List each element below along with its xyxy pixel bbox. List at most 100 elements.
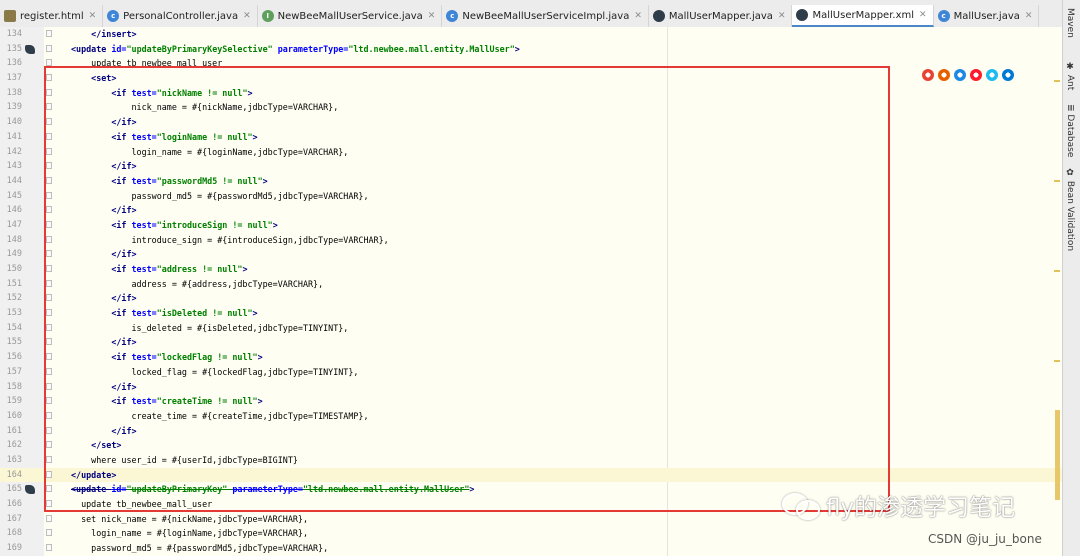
safari-icon[interactable] — [954, 69, 966, 81]
opera-icon[interactable] — [970, 69, 982, 81]
code-line[interactable]: 168 login_name = #{loginName,jdbcType=VA… — [0, 526, 1062, 541]
fold-marker-icon[interactable] — [46, 441, 52, 449]
bean-validation-tool-button[interactable]: ✿ Bean Validation — [1065, 168, 1075, 251]
code-line[interactable]: 146 </if> — [0, 203, 1062, 218]
fold-marker-icon[interactable] — [46, 162, 52, 170]
chrome-icon[interactable] — [922, 69, 934, 81]
editor-tab[interactable]: MallUserMapper.xml ✕ — [792, 5, 934, 27]
code-line[interactable]: 158 </if> — [0, 380, 1062, 395]
code-line[interactable]: 143 </if> — [0, 159, 1062, 174]
fold-marker-icon[interactable] — [46, 279, 52, 287]
fold-marker-icon[interactable] — [46, 309, 52, 317]
code-line[interactable]: 142 login_name = #{loginName,jdbcType=VA… — [0, 145, 1062, 160]
stripe-mark[interactable] — [1054, 80, 1060, 82]
code-line[interactable]: 148 introduce_sign = #{introduceSign,jdb… — [0, 233, 1062, 248]
fold-marker-icon[interactable] — [46, 529, 52, 537]
fold-marker-icon[interactable] — [46, 191, 52, 199]
fold-marker-icon[interactable] — [46, 411, 52, 419]
ant-tool-button[interactable]: ✱ Ant — [1065, 62, 1075, 90]
fold-marker-icon[interactable] — [46, 132, 52, 140]
code-line[interactable]: 147 <if test="introduceSign != null"> — [0, 218, 1062, 233]
editor-tab[interactable]: register.html ✕ — [0, 5, 104, 27]
code-line[interactable]: 138 <if test="nickName != null"> — [0, 86, 1062, 101]
stripe-mark[interactable] — [1054, 360, 1060, 362]
code-line[interactable]: 141 <if test="loginName != null"> — [0, 130, 1062, 145]
close-icon[interactable]: ✕ — [634, 11, 642, 21]
close-icon[interactable]: ✕ — [243, 11, 251, 21]
code-line[interactable]: 160 create_time = #{createTime,jdbcType=… — [0, 409, 1062, 424]
fold-marker-icon[interactable] — [46, 88, 52, 96]
fold-marker-icon[interactable] — [46, 353, 52, 361]
fold-marker-icon[interactable] — [46, 455, 52, 463]
code-line[interactable]: 163 where user_id = #{userId,jdbcType=BI… — [0, 453, 1062, 468]
code-line[interactable]: 169 password_md5 = #{passwordMd5,jdbcTyp… — [0, 541, 1062, 556]
firefox-icon[interactable] — [938, 69, 950, 81]
mybatis-navigate-icon[interactable] — [25, 485, 35, 495]
fold-marker-icon[interactable] — [46, 59, 52, 67]
scrollbar-thumb[interactable] — [1055, 410, 1060, 500]
fold-marker-icon[interactable] — [46, 485, 52, 493]
fold-marker-icon[interactable] — [46, 30, 52, 37]
edge-icon[interactable] — [1002, 69, 1014, 81]
code-line[interactable]: 139 nick_name = #{nickName,jdbcType=VARC… — [0, 100, 1062, 115]
code-line[interactable]: 135 <update id="updateByPrimaryKeySelecti… — [0, 42, 1062, 57]
code-line[interactable]: 140 </if> — [0, 115, 1062, 130]
fold-marker-icon[interactable] — [46, 235, 52, 243]
fold-marker-icon[interactable] — [46, 426, 52, 434]
code-line[interactable]: 145 password_md5 = #{passwordMd5,jdbcTyp… — [0, 189, 1062, 204]
close-icon[interactable]: ✕ — [778, 11, 786, 21]
stripe-mark[interactable] — [1054, 180, 1060, 182]
fold-marker-icon[interactable] — [46, 74, 52, 82]
fold-marker-icon[interactable] — [46, 514, 52, 522]
fold-marker-icon[interactable] — [46, 382, 52, 390]
fold-marker-icon[interactable] — [46, 44, 52, 52]
fold-marker-icon[interactable] — [46, 294, 52, 302]
ie-icon[interactable] — [986, 69, 998, 81]
code-line[interactable]: 136 update tb_newbee_mall_user — [0, 56, 1062, 71]
close-icon[interactable]: ✕ — [1025, 11, 1033, 21]
code-line[interactable]: 150 <if test="address != null"> — [0, 262, 1062, 277]
fold-marker-icon[interactable] — [46, 220, 52, 228]
code-editor[interactable]: 134 </insert> 135 <update id="updateByPrim… — [0, 27, 1062, 556]
code-line[interactable]: 155 </if> — [0, 335, 1062, 350]
fold-marker-icon[interactable] — [46, 338, 52, 346]
fold-marker-icon[interactable] — [46, 206, 52, 214]
code-line[interactable]: 153 <if test="isDeleted != null"> — [0, 306, 1062, 321]
close-icon[interactable]: ✕ — [89, 11, 97, 21]
code-line[interactable]: 156 <if test="lockedFlag != null"> — [0, 350, 1062, 365]
code-line[interactable]: 137 <set> — [0, 71, 1062, 86]
editor-tab[interactable]: I NewBeeMallUserService.java ✕ — [258, 5, 443, 27]
editor-tab[interactable]: c MallUser.java ✕ — [934, 5, 1040, 27]
fold-marker-icon[interactable] — [46, 265, 52, 272]
fold-marker-icon[interactable] — [46, 250, 52, 258]
database-tool-button[interactable]: ≣ Database — [1065, 104, 1075, 157]
maven-tool-button[interactable]: Maven — [1065, 8, 1075, 38]
close-icon[interactable]: ✕ — [919, 10, 927, 20]
editor-tab[interactable]: MallUserMapper.java ✕ — [649, 5, 793, 27]
code-line[interactable]: 134 </insert> — [0, 27, 1062, 42]
code-line[interactable]: 162 </set> — [0, 438, 1062, 453]
fold-marker-icon[interactable] — [46, 470, 52, 478]
fold-marker-icon[interactable] — [46, 323, 52, 331]
stripe-mark[interactable] — [1054, 270, 1060, 272]
close-icon[interactable]: ✕ — [428, 11, 436, 21]
fold-marker-icon[interactable] — [46, 147, 52, 155]
code-line[interactable]: 161 </if> — [0, 424, 1062, 439]
fold-marker-icon[interactable] — [46, 176, 52, 184]
code-line[interactable]: 149 </if> — [0, 247, 1062, 262]
mybatis-navigate-icon[interactable] — [25, 44, 35, 54]
code-line[interactable]: 152 </if> — [0, 291, 1062, 306]
fold-marker-icon[interactable] — [46, 118, 52, 126]
code-line[interactable]: 159 <if test="createTime != null"> — [0, 394, 1062, 409]
fold-marker-icon[interactable] — [46, 397, 52, 405]
fold-marker-icon[interactable] — [46, 103, 52, 111]
editor-tab[interactable]: c PersonalController.java ✕ — [103, 5, 258, 27]
code-line[interactable]: 157 locked_flag = #{lockedFlag,jdbcType=… — [0, 365, 1062, 380]
code-line[interactable]: 144 <if test="passwordMd5 != null"> — [0, 174, 1062, 189]
fold-marker-icon[interactable] — [46, 544, 52, 552]
fold-marker-icon[interactable] — [46, 367, 52, 375]
editor-tab[interactable]: c NewBeeMallUserServiceImpl.java ✕ — [442, 5, 649, 27]
code-line[interactable]: 164 </update> — [0, 467, 1062, 483]
code-line[interactable]: 154 is_deleted = #{isDeleted,jdbcType=TI… — [0, 321, 1062, 336]
fold-marker-icon[interactable] — [46, 500, 52, 507]
